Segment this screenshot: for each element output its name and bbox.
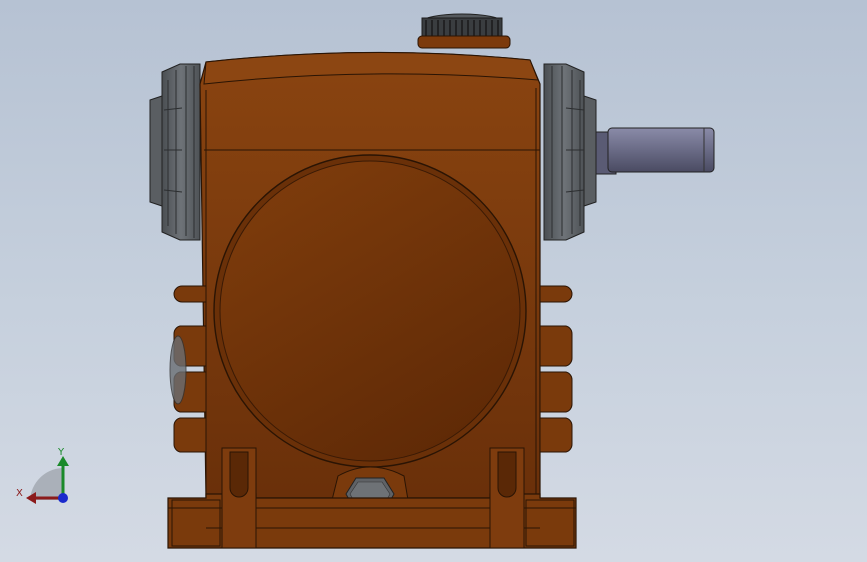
left-bearing-cap <box>149 63 201 241</box>
round-gear-cover <box>213 154 527 468</box>
right-bearing-cap <box>543 63 597 241</box>
axis-triad: Y X <box>16 447 69 504</box>
right-cooling-fins <box>539 285 573 453</box>
left-cooling-fins <box>169 285 207 453</box>
breather-cap <box>417 13 511 49</box>
input-shaft <box>595 127 715 175</box>
x-axis-label: X <box>16 488 23 499</box>
gearbox-model-view[interactable]: Y X <box>0 0 867 562</box>
3d-viewport[interactable]: Y X <box>0 0 867 562</box>
y-axis-label: Y <box>57 447 65 458</box>
